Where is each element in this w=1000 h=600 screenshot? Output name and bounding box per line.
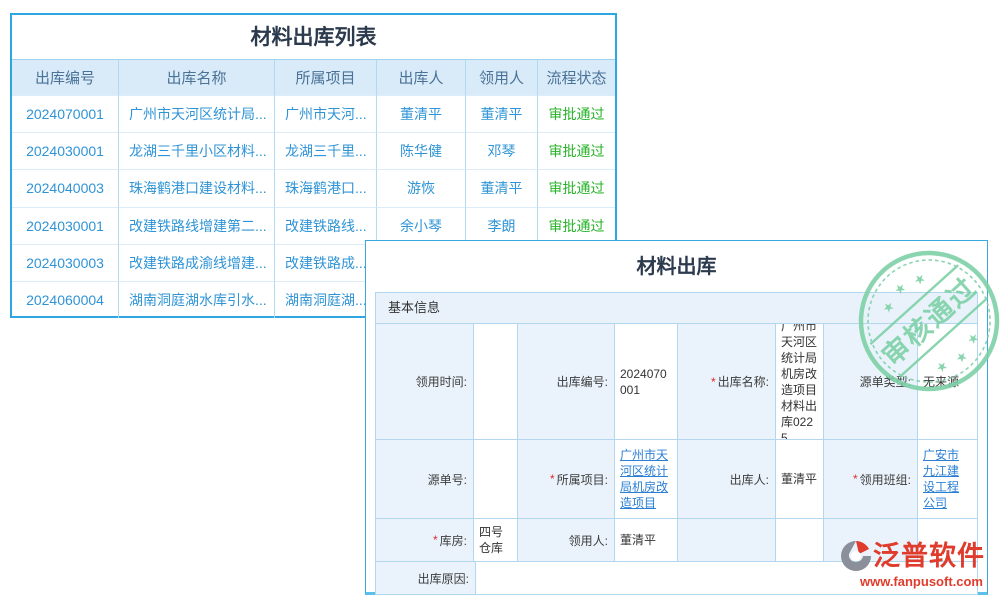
- field-label-receiver: 领用人:: [517, 519, 614, 561]
- empty-label-cell: [677, 519, 775, 561]
- cell-outbound-name[interactable]: 改建铁路线增建第二...: [118, 207, 274, 244]
- field-label-outbound-name: * 出库名称:: [677, 324, 775, 439]
- cell-receiver: 李朗: [465, 207, 537, 244]
- field-value-source-no[interactable]: [473, 440, 517, 518]
- cell-receiver: 邓琴: [465, 132, 537, 169]
- field-label-warehouse: * 库房:: [376, 519, 473, 561]
- field-value-receive-time[interactable]: [473, 324, 517, 439]
- required-star: *: [711, 375, 716, 389]
- table-row: 2024030001 龙湖三千里小区材料... 龙湖三千里... 陈华健 邓琴 …: [12, 132, 615, 169]
- field-label-receive-team: * 领用班组:: [823, 440, 917, 518]
- cell-project[interactable]: 广州市天河...: [274, 95, 376, 132]
- cell-status: 审批通过: [537, 169, 615, 206]
- cell-project[interactable]: 珠海鹤港口...: [274, 169, 376, 206]
- empty-value-cell: [775, 519, 823, 561]
- cell-status: 审批通过: [537, 132, 615, 169]
- field-value-outbound-person: 董清平: [775, 440, 823, 518]
- cell-project[interactable]: 湖南洞庭湖...: [274, 281, 376, 318]
- col-header-outbound-name: 出库名称: [118, 60, 274, 95]
- cell-outbound-name[interactable]: 龙湖三千里小区材料...: [118, 132, 274, 169]
- cell-person: 余小琴: [376, 207, 465, 244]
- field-value-outbound-id: 2024070001: [614, 324, 677, 439]
- vendor-url[interactable]: www.fanpusoft.com: [839, 575, 985, 588]
- cell-project[interactable]: 龙湖三千里...: [274, 132, 376, 169]
- cell-outbound-name[interactable]: 珠海鹤港口建设材料...: [118, 169, 274, 206]
- field-label-outbound-reason: 出库原因:: [376, 562, 475, 594]
- required-star: *: [433, 533, 438, 547]
- table-row: 2024030001 改建铁路线增建第二... 改建铁路线... 余小琴 李朗 …: [12, 207, 615, 244]
- col-header-status: 流程状态: [537, 60, 615, 95]
- cell-outbound-id[interactable]: 2024060004: [12, 281, 118, 318]
- required-star: *: [550, 472, 555, 486]
- cell-receiver: 董清平: [465, 95, 537, 132]
- field-value-outbound-name[interactable]: 广州市天河区统计局机房改造项目材料出库0225: [775, 324, 823, 439]
- cell-person: 游恢: [376, 169, 465, 206]
- cell-project[interactable]: 改建铁路成...: [274, 244, 376, 281]
- field-label-outbound-person: 出库人:: [677, 440, 775, 518]
- field-value-warehouse: 四号仓库: [473, 519, 517, 561]
- field-label-outbound-id: 出库编号:: [517, 324, 614, 439]
- section-header-basic-info: 基本信息: [376, 293, 977, 323]
- cell-person: 陈华健: [376, 132, 465, 169]
- cell-outbound-name[interactable]: 改建铁路成渝线增建...: [118, 244, 274, 281]
- list-title: 材料出库列表: [12, 15, 615, 60]
- fanpu-logo-icon: [839, 539, 873, 573]
- cell-outbound-id[interactable]: 2024030001: [12, 207, 118, 244]
- table-row: 2024070001 广州市天河区统计局... 广州市天河... 董清平 董清平…: [12, 95, 615, 132]
- cell-outbound-id[interactable]: 2024040003: [12, 169, 118, 206]
- cell-status: 审批通过: [537, 95, 615, 132]
- col-header-person: 出库人: [376, 60, 465, 95]
- cell-receiver: 董清平: [465, 169, 537, 206]
- field-value-project-link[interactable]: 广州市天河区统计局机房改造项目: [614, 440, 677, 518]
- modal-title: 材料出库: [366, 241, 987, 291]
- cell-outbound-name[interactable]: 广州市天河区统计局...: [118, 95, 274, 132]
- field-label-project: * 所属项目:: [517, 440, 614, 518]
- cell-outbound-id[interactable]: 2024030001: [12, 132, 118, 169]
- field-value-receiver: 董清平: [614, 519, 677, 561]
- field-value-source-type: 无来源: [917, 324, 975, 439]
- cell-outbound-id[interactable]: 2024030003: [12, 244, 118, 281]
- table-row: 2024040003 珠海鹤港口建设材料... 珠海鹤港口... 游恢 董清平 …: [12, 169, 615, 206]
- field-label-receive-time: 领用时间:: [376, 324, 473, 439]
- vendor-logo: 泛普软件 www.fanpusoft.com: [839, 539, 985, 588]
- field-value-receive-team-link[interactable]: 广安市九江建设工程公司: [917, 440, 975, 518]
- form-row: 领用时间: 出库编号: 2024070001 * 出库名称: 广州市天河区统计局…: [376, 323, 977, 439]
- cell-outbound-name[interactable]: 湖南洞庭湖水库引水...: [118, 281, 274, 318]
- cell-outbound-id[interactable]: 2024070001: [12, 95, 118, 132]
- field-label-source-no: 源单号:: [376, 440, 473, 518]
- required-star: *: [853, 472, 858, 486]
- col-header-receiver: 领用人: [465, 60, 537, 95]
- list-header-row: 出库编号 出库名称 所属项目 出库人 领用人 流程状态: [12, 60, 615, 95]
- field-label-source-type: 源单类型:: [823, 324, 917, 439]
- vendor-name: 泛普软件: [873, 543, 985, 570]
- col-header-project: 所属项目: [274, 60, 376, 95]
- col-header-outbound-id: 出库编号: [12, 60, 118, 95]
- material-outbound-detail-modal: 材料出库 基本信息 领用时间: 出库编号: 2024070001 * 出库名称:…: [365, 240, 988, 595]
- cell-project[interactable]: 改建铁路线...: [274, 207, 376, 244]
- form-row: 源单号: * 所属项目: 广州市天河区统计局机房改造项目 出库人: 董清平 * …: [376, 439, 977, 518]
- cell-person: 董清平: [376, 95, 465, 132]
- cell-status: 审批通过: [537, 207, 615, 244]
